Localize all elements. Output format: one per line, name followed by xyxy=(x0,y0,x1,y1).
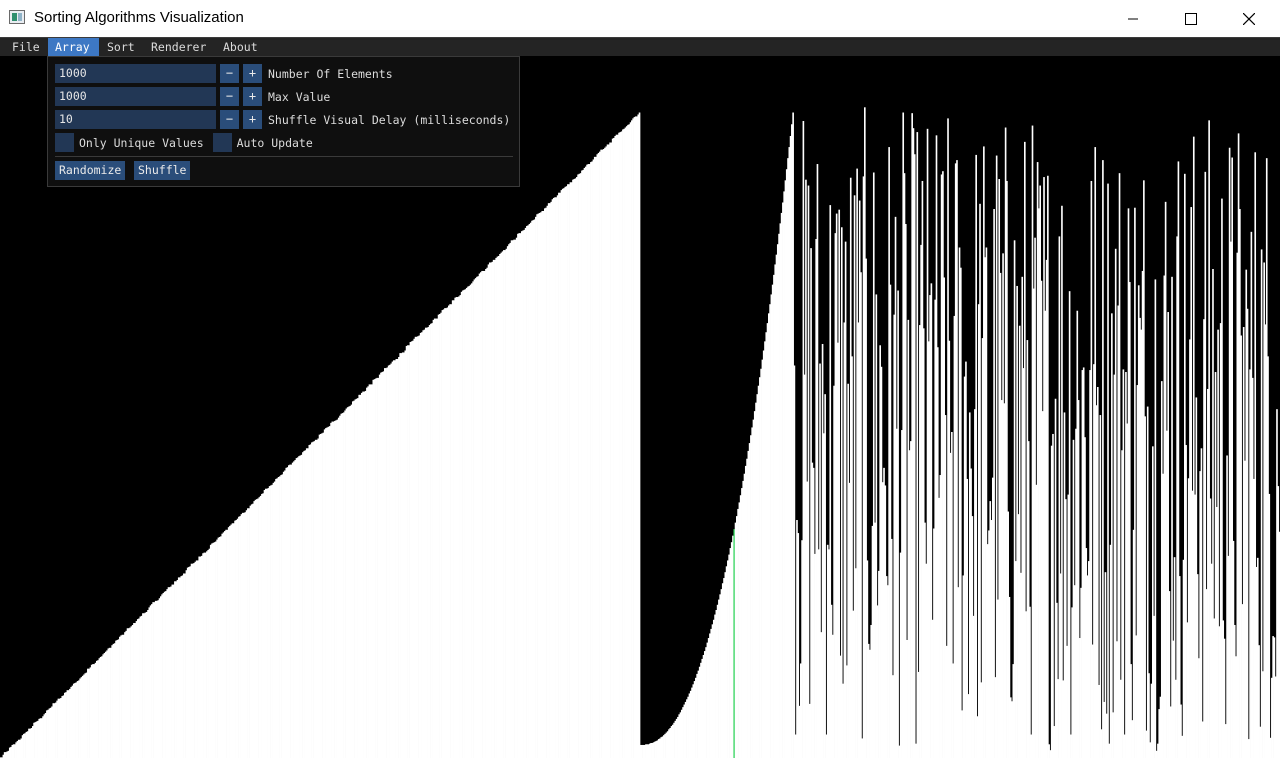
array-bar xyxy=(824,394,826,758)
array-bar xyxy=(1122,369,1125,758)
title-bar: Sorting Algorithms Visualization xyxy=(0,0,1280,37)
array-bar xyxy=(1200,448,1203,758)
max-value-row: 1000 − + Max Value xyxy=(55,87,330,106)
array-bar xyxy=(916,132,919,758)
max-value-input[interactable]: 1000 xyxy=(55,87,216,106)
array-bar xyxy=(793,365,796,758)
maximize-icon xyxy=(1185,12,1197,25)
number-of-elements-increment-button[interactable]: + xyxy=(243,64,262,83)
shuffle-delay-input[interactable]: 10 xyxy=(55,110,216,129)
number-of-elements-row: 1000 − + Number Of Elements xyxy=(55,64,393,83)
shuffle-delay-row: 10 − + Shuffle Visual Delay (millisecond… xyxy=(55,110,510,129)
max-value-increment-button[interactable]: + xyxy=(243,87,262,106)
shuffle-delay-decrement-button[interactable]: − xyxy=(220,110,239,129)
array-bar xyxy=(1268,493,1271,758)
minimize-button[interactable] xyxy=(1104,0,1162,37)
menu-sort[interactable]: Sort xyxy=(100,38,142,56)
shuffle-delay-increment-button[interactable]: + xyxy=(243,110,262,129)
array-bar xyxy=(993,209,995,758)
array-bar xyxy=(1068,291,1071,758)
maximize-button[interactable] xyxy=(1162,0,1220,37)
array-bar xyxy=(897,290,899,758)
menu-bar: File Array Sort Renderer About xyxy=(0,37,1280,56)
array-bar xyxy=(1246,308,1249,758)
auto-update-checkbox[interactable] xyxy=(212,133,232,152)
array-menu-popup: 1000 − + Number Of Elements 1000 − + Max… xyxy=(47,56,520,187)
array-bar xyxy=(1099,415,1102,758)
menu-file[interactable]: File xyxy=(5,38,47,56)
array-bar xyxy=(979,203,981,758)
number-of-elements-label: Number Of Elements xyxy=(268,66,393,81)
close-button[interactable] xyxy=(1220,0,1278,37)
app-icon xyxy=(9,10,25,24)
array-bar xyxy=(860,272,862,758)
menu-renderer[interactable]: Renderer xyxy=(144,38,213,56)
array-bar xyxy=(1047,175,1049,758)
array-bar xyxy=(840,227,843,758)
only-unique-values-label: Only Unique Values xyxy=(79,135,204,150)
array-bar xyxy=(1052,433,1054,758)
array-bar xyxy=(1061,205,1063,758)
array-bar xyxy=(1102,160,1104,758)
array-bar xyxy=(638,112,641,758)
array-bar xyxy=(1144,416,1146,758)
popup-separator xyxy=(55,156,513,157)
auto-update-label: Auto Update xyxy=(236,135,313,150)
window-title: Sorting Algorithms Visualization xyxy=(34,9,244,26)
array-bar xyxy=(1154,279,1157,758)
max-value-label: Max Value xyxy=(268,89,331,104)
number-of-elements-decrement-button[interactable]: − xyxy=(220,64,239,83)
array-bar xyxy=(960,267,962,758)
minimize-icon xyxy=(1128,18,1138,19)
array-bar xyxy=(913,154,916,758)
array-bar xyxy=(975,154,977,758)
array-bar xyxy=(1107,183,1109,758)
only-unique-values-checkbox[interactable] xyxy=(55,133,74,152)
shuffle-button[interactable]: Shuffle xyxy=(134,161,191,180)
shuffle-delay-label: Shuffle Visual Delay (milliseconds) xyxy=(268,112,511,127)
array-bar xyxy=(807,185,810,758)
menu-about[interactable]: About xyxy=(216,38,265,56)
array-bar xyxy=(1118,173,1121,758)
array-bar xyxy=(1111,313,1113,758)
number-of-elements-input[interactable]: 1000 xyxy=(55,64,216,83)
menu-array[interactable]: Array xyxy=(48,38,99,56)
randomize-button[interactable]: Randomize xyxy=(55,161,126,180)
max-value-decrement-button[interactable]: − xyxy=(220,87,239,106)
close-icon xyxy=(1243,12,1255,25)
options-row: Only Unique Values Auto Update xyxy=(55,133,313,152)
